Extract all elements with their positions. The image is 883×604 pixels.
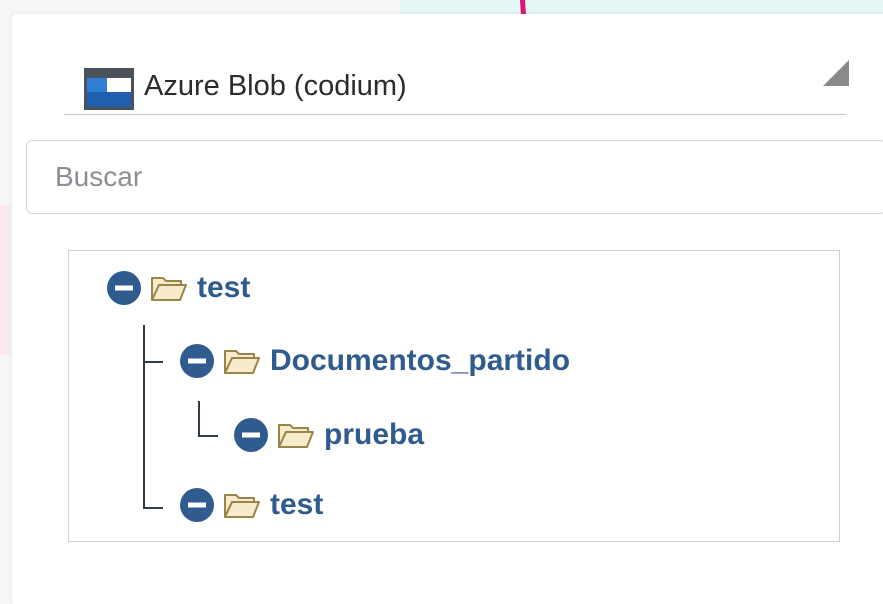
folder-open-icon <box>224 494 260 518</box>
tree-node-label: Documentos_partido <box>270 344 571 377</box>
collapse-icon[interactable] <box>180 344 214 378</box>
collapse-icon[interactable] <box>180 488 214 522</box>
source-label: Azure Blob (codium) <box>144 70 407 102</box>
tree-connector-horizontal <box>143 361 163 363</box>
folder-open-icon <box>224 350 260 374</box>
source-selector[interactable]: Azure Blob (codium) <box>64 60 849 115</box>
tree-connector-horizontal <box>198 435 218 437</box>
background-pink-shape <box>0 205 10 355</box>
tree-connector-horizontal <box>143 507 163 509</box>
tree-node-documentos-partido[interactable]: Documentos_partido <box>180 341 570 381</box>
folder-open-icon <box>151 277 187 301</box>
tree-node-prueba[interactable]: prueba <box>234 415 424 455</box>
tree-connector-vertical <box>198 401 200 437</box>
tree-node-test-child[interactable]: test <box>180 485 323 525</box>
tree-node-test-root[interactable]: test <box>107 268 250 308</box>
tree-node-label: test <box>197 271 251 304</box>
tree-node-label: prueba <box>324 418 425 451</box>
collapse-icon[interactable] <box>234 418 268 452</box>
dropdown-caret-icon[interactable] <box>821 60 849 86</box>
tree-connector-vertical <box>143 325 145 509</box>
folder-open-icon <box>278 424 314 448</box>
collapse-icon[interactable] <box>107 271 141 305</box>
tree-node-label: test <box>270 488 324 521</box>
azure-blob-icon <box>84 68 134 110</box>
folder-tree: test Documentos_partido prueba test <box>68 250 840 542</box>
search-input[interactable] <box>26 140 883 214</box>
